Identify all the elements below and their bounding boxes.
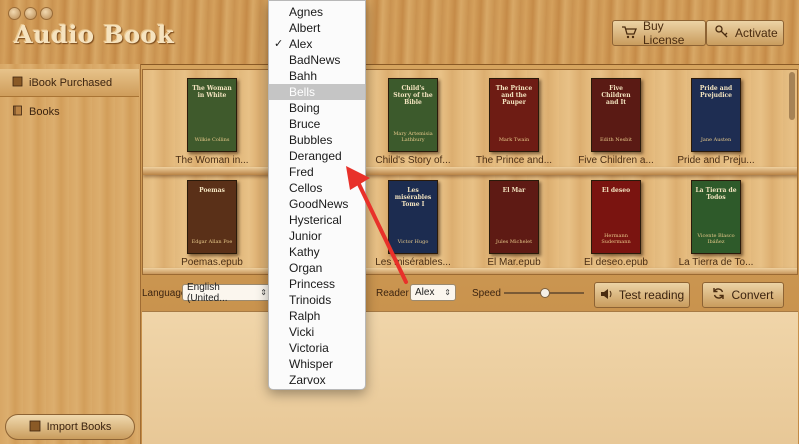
app-window: Audio Book Buy License Activate iBook Pu… — [0, 0, 799, 444]
annotation-arrow — [346, 166, 408, 284]
